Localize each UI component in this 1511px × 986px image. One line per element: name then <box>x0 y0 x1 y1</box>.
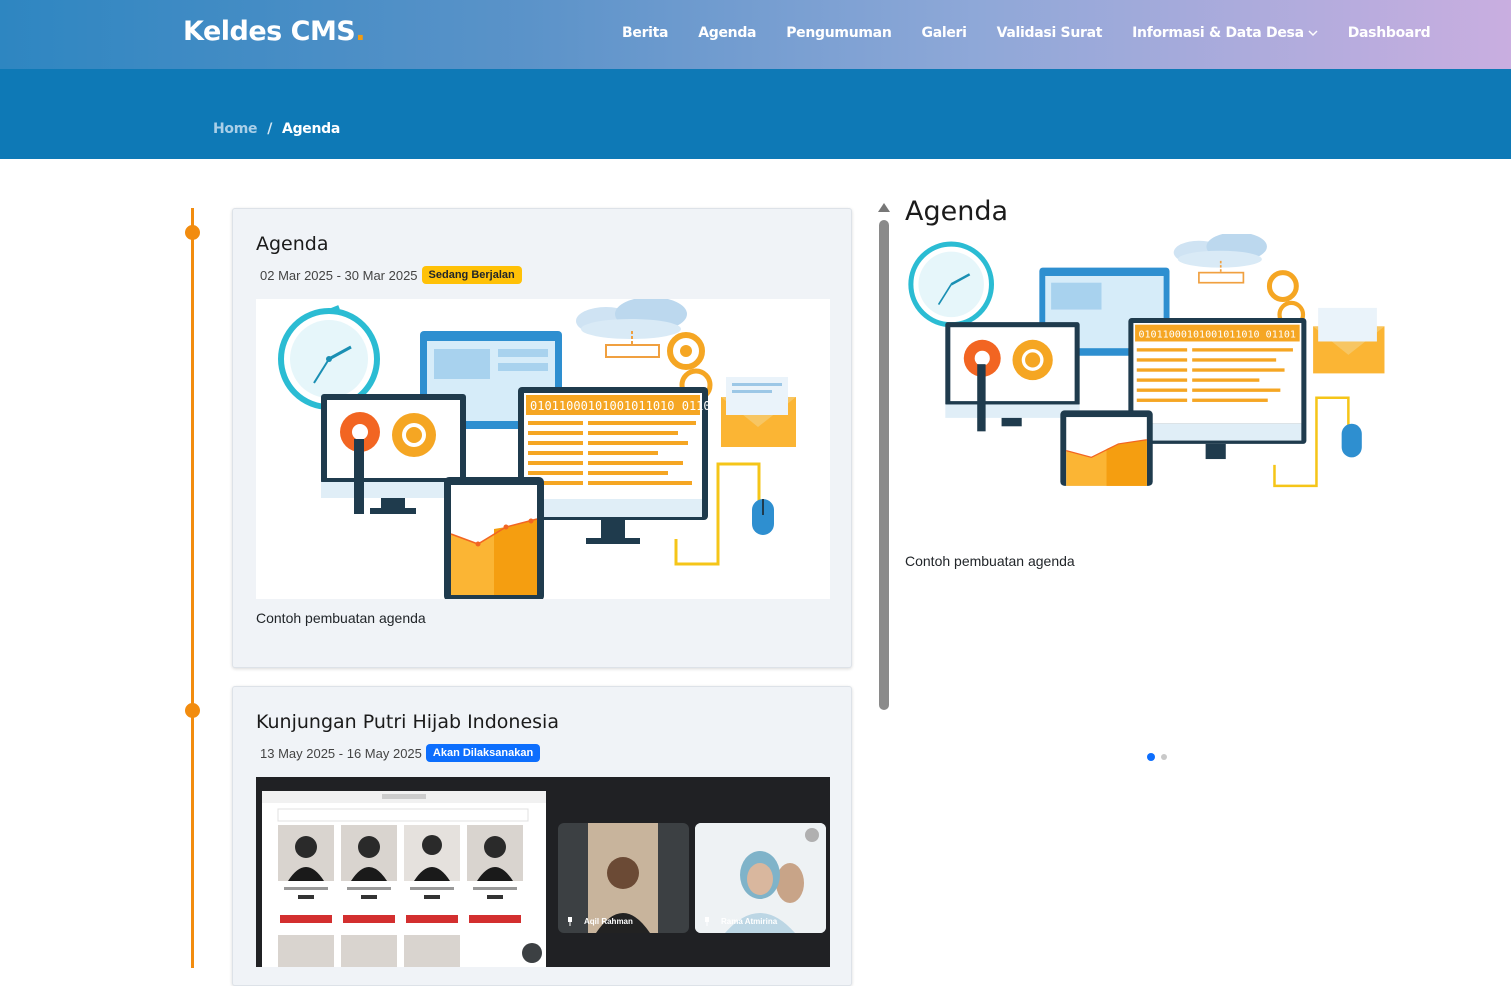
brand-logo[interactable]: Keldes CMS. <box>183 16 366 47</box>
nav-item-galeri[interactable]: Galeri <box>922 25 967 41</box>
brand-name: Keldes CMS <box>183 16 356 47</box>
nav-item-validasi-surat[interactable]: Validasi Surat <box>997 25 1103 41</box>
nav-item-informasi-label: Informasi & Data Desa <box>1132 25 1304 41</box>
timeline-marker <box>185 225 200 240</box>
agenda-card-image[interactable]: 01011000101001011010 01101 <box>256 299 830 599</box>
nav-item-dashboard[interactable]: Dashboard <box>1348 25 1431 41</box>
breadcrumb: Home / Agenda <box>213 121 340 137</box>
timeline-marker <box>185 703 200 718</box>
agenda-card-title: Agenda <box>256 233 329 255</box>
pin-icon <box>705 917 709 926</box>
agenda-date-range: 13 May 2025 - 16 May 2025 <box>260 745 422 761</box>
carousel-indicators <box>1147 753 1173 761</box>
main-menu: Berita Agenda Pengumuman Galeri Validasi… <box>622 25 1431 41</box>
status-badge: Sedang Berjalan <box>421 266 522 284</box>
video-tile-aqil: Aqil Rahman <box>558 823 689 933</box>
participant-name: Aqil Rahman <box>584 917 633 926</box>
binary-text: 01011000101001011010 01101 <box>530 399 718 413</box>
agenda-date-range: 02 Mar 2025 - 30 Mar 2025 <box>260 267 418 283</box>
chevron-down-icon <box>1308 27 1318 40</box>
scroll-up-arrow-icon[interactable] <box>878 203 890 212</box>
binary-text: 01011000101001011010 01101 <box>1138 329 1296 340</box>
nav-item-informasi-data-desa[interactable]: Informasi & Data Desa <box>1132 25 1318 41</box>
sidebar-title: Agenda <box>905 196 1009 227</box>
breadcrumb-separator: / <box>267 121 273 137</box>
nav-item-agenda[interactable]: Agenda <box>698 25 756 41</box>
status-badge: Akan Dilaksanakan <box>425 744 541 762</box>
agenda-card[interactable]: Agenda 02 Mar 2025 - 30 Mar 2025 Sedang … <box>232 208 852 668</box>
top-navbar: Keldes CMS. Berita Agenda Pengumuman Gal… <box>0 0 1511 69</box>
pin-icon <box>568 917 572 926</box>
nav-item-berita[interactable]: Berita <box>622 25 669 41</box>
it-illustration: 01011000101001011010 01101 <box>278 299 796 599</box>
breadcrumb-home-link[interactable]: Home <box>213 121 258 137</box>
agenda-card-title: Kunjungan Putri Hijab Indonesia <box>256 711 559 733</box>
meeting-screenshot: Aqil Rahman Rama Atmirina <box>256 777 830 967</box>
agenda-card-image[interactable]: Aqil Rahman Rama Atmirina <box>256 777 830 967</box>
shared-document <box>262 791 546 967</box>
scrollbar[interactable] <box>875 200 893 960</box>
participant-name: Rama Atmirina <box>721 917 778 926</box>
brand-dot: . <box>355 16 366 47</box>
it-illustration: 01011000101001011010 01101 <box>908 232 1385 488</box>
sidebar-description: Contoh pembuatan agenda <box>905 553 1075 569</box>
breadcrumb-current: Agenda <box>282 121 341 137</box>
timeline-line <box>191 208 194 968</box>
video-tile-rama: Rama Atmirina <box>695 823 826 933</box>
page-header-band: Home / Agenda <box>0 69 1511 159</box>
agenda-card-description: Contoh pembuatan agenda <box>256 610 426 626</box>
nav-item-pengumuman[interactable]: Pengumuman <box>786 25 892 41</box>
agenda-card-date: 02 Mar 2025 - 30 Mar 2025 Sedang Berjala… <box>260 266 522 284</box>
sidebar-carousel-image[interactable]: 01011000101001011010 01101 <box>905 232 1387 530</box>
carousel-dot[interactable] <box>1161 754 1167 760</box>
carousel-dot-active[interactable] <box>1147 753 1155 761</box>
scrollbar-thumb[interactable] <box>879 220 889 710</box>
agenda-card-date: 13 May 2025 - 16 May 2025 Akan Dilaksana… <box>260 744 541 762</box>
agenda-card[interactable]: Kunjungan Putri Hijab Indonesia 13 May 2… <box>232 686 852 986</box>
